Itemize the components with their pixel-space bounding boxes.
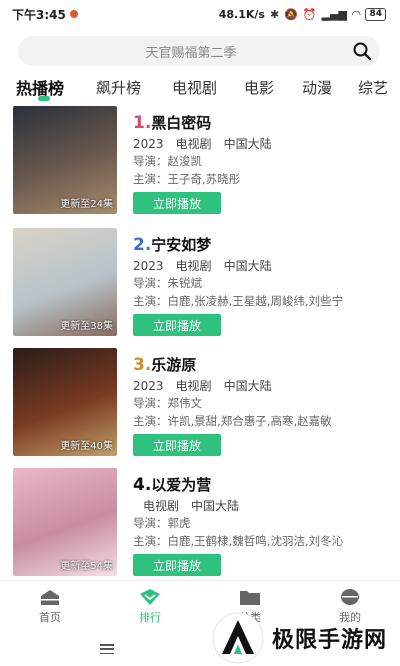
show-name: 宁安如梦 <box>151 236 212 254</box>
list-item[interactable]: 更新至38集 2.宁安如梦 2023 电视剧 中国大陆 导演：朱锐斌 主演：白鹿,张… <box>0 228 400 338</box>
tab-rising[interactable]: 飙升榜 <box>96 77 141 98</box>
cast: 主演：白鹿,王鹤棣,魏哲鸣,沈羽洁,刘冬沁 <box>133 534 344 548</box>
show-name: 乐游原 <box>151 356 197 374</box>
watermark-logo-icon <box>212 612 264 664</box>
show-name: 黑白密码 <box>151 114 212 132</box>
poster-image[interactable]: 更新至54集 <box>13 468 117 576</box>
director: 导演：郭虎 <box>133 516 191 530</box>
rank-number: 2. <box>133 235 152 255</box>
item-meta: 2023 电视剧 中国大陆 <box>133 257 395 275</box>
nav-ranking[interactable]: 排行 <box>100 581 200 632</box>
item-meta: 2023 电视剧 中国大陆 <box>133 377 395 395</box>
profile-icon <box>341 589 359 605</box>
item-info: 2.宁安如梦 2023 电视剧 中国大陆 导演：朱锐斌 主演：白鹿,张凌赫,王星越,… <box>133 234 395 336</box>
director: 导演：郑伟文 <box>133 396 202 410</box>
item-meta: 2023 电视剧 中国大陆 <box>133 135 395 153</box>
play-now-button[interactable]: 立即播放 <box>133 434 221 456</box>
item-info: 4.以爱为营 电视剧 中国大陆 导演：郭虎 主演：白鹿,王鹤棣,魏哲鸣,沈羽洁,刘… <box>133 474 395 576</box>
update-badge: 更新至24集 <box>60 199 113 210</box>
nav-label: 首页 <box>39 611 61 624</box>
update-badge: 更新至54集 <box>60 561 113 572</box>
meta-type: 电视剧 <box>143 499 180 513</box>
update-badge: 更新至38集 <box>60 321 113 332</box>
meta-year: 2023 <box>133 259 164 273</box>
rank-number: 4. <box>133 475 152 495</box>
list-item[interactable]: 更新至54集 4.以爱为营 电视剧 中国大陆 导演：郭虎 主演：白鹿,王鹤棣,魏哲… <box>0 468 400 578</box>
cast: 主演：许凯,景甜,郑合惠子,高寒,赵嘉敏 <box>133 414 332 428</box>
wifi-icon: ◠ <box>352 7 361 21</box>
item-info: 1.黑白密码 2023 电视剧 中国大陆 导演：赵浚凯 主演：王子奇,苏晓彤 立即播… <box>133 112 395 214</box>
poster-image[interactable]: 更新至40集 <box>13 348 117 456</box>
play-now-button[interactable]: 立即播放 <box>133 554 221 576</box>
network-speed: 48.1K/s <box>218 7 265 21</box>
item-meta: 电视剧 中国大陆 <box>133 497 395 515</box>
meta-year: 2023 <box>133 379 164 393</box>
search-icon[interactable] <box>344 36 380 66</box>
category-tabs: 热播榜 飙升榜 电视剧 电影 动漫 综艺 <box>0 72 400 102</box>
item-info: 3.乐游原 2023 电视剧 中国大陆 导演：郑伟文 主演：许凯,景甜,郑合惠子,高… <box>133 354 395 456</box>
meta-type: 电视剧 <box>175 137 212 151</box>
item-title[interactable]: 3.乐游原 <box>133 354 395 375</box>
rank-number: 3. <box>133 355 152 375</box>
search-bar[interactable]: 天官赐福第二季 <box>18 36 380 66</box>
tab-variety[interactable]: 综艺 <box>358 77 388 98</box>
battery-icon: 84 <box>365 7 386 21</box>
ranking-icon <box>140 589 160 605</box>
list-item[interactable]: 更新至24集 1.黑白密码 2023 电视剧 中国大陆 导演：赵浚凯 主演：王子奇,… <box>0 106 400 216</box>
tab-tv[interactable]: 电视剧 <box>172 77 217 98</box>
meta-region: 中国大陆 <box>223 259 272 273</box>
status-right: 48.1K/s ✱ 🔕 ⏰ ▂▄▆ ◠ 84 <box>218 7 386 21</box>
tab-movie[interactable]: 电影 <box>244 77 274 98</box>
meta-year: 2023 <box>133 137 164 151</box>
item-title[interactable]: 4.以爱为营 <box>133 474 395 495</box>
meta-type: 电视剧 <box>175 259 212 273</box>
director: 导演：朱锐斌 <box>133 276 202 290</box>
watermark: 极限手游网 <box>212 610 400 666</box>
list-item[interactable]: 更新至40集 3.乐游原 2023 电视剧 中国大陆 导演：郑伟文 主演：许凯,景甜… <box>0 348 400 458</box>
show-name: 以爱为营 <box>151 476 212 494</box>
signal-icon: ▂▄▆ <box>321 7 347 21</box>
meta-type: 电视剧 <box>175 379 212 393</box>
bluetooth-icon: ✱ <box>269 7 280 21</box>
cast: 主演：白鹿,张凌赫,王星越,周峻纬,刘些宁 <box>133 294 344 308</box>
nav-home[interactable]: 首页 <box>0 581 100 632</box>
tab-indicator <box>38 96 50 101</box>
item-title[interactable]: 1.黑白密码 <box>133 112 395 133</box>
alarm-icon: ⏰ <box>302 7 317 21</box>
poster-image[interactable]: 更新至38集 <box>13 228 117 336</box>
director: 导演：赵浚凯 <box>133 154 202 168</box>
search-input[interactable]: 天官赐福第二季 <box>18 42 344 61</box>
meta-region: 中国大陆 <box>223 137 272 151</box>
meta-region: 中国大陆 <box>223 379 272 393</box>
play-now-button[interactable]: 立即播放 <box>133 192 221 214</box>
status-bar: 下午3:45 48.1K/s ✱ 🔕 ⏰ ▂▄▆ ◠ 84 <box>0 0 400 28</box>
mute-icon: 🔕 <box>284 7 298 21</box>
play-now-button[interactable]: 立即播放 <box>133 314 221 336</box>
status-time: 下午3:45 <box>12 7 66 22</box>
watermark-text: 极限手游网 <box>272 628 388 653</box>
meta-region: 中国大陆 <box>191 499 240 513</box>
home-icon <box>41 590 59 605</box>
item-title[interactable]: 2.宁安如梦 <box>133 234 395 255</box>
status-left: 下午3:45 <box>12 6 78 23</box>
menu-icon[interactable] <box>100 644 114 654</box>
nav-label: 排行 <box>139 611 161 624</box>
rank-number: 1. <box>133 113 152 133</box>
folder-icon <box>240 591 260 605</box>
update-badge: 更新至40集 <box>60 441 113 452</box>
tab-anime[interactable]: 动漫 <box>302 77 332 98</box>
poster-image[interactable]: 更新至24集 <box>13 106 117 214</box>
cast: 主演：王子奇,苏晓彤 <box>133 172 241 186</box>
notification-dot-icon <box>69 10 78 18</box>
